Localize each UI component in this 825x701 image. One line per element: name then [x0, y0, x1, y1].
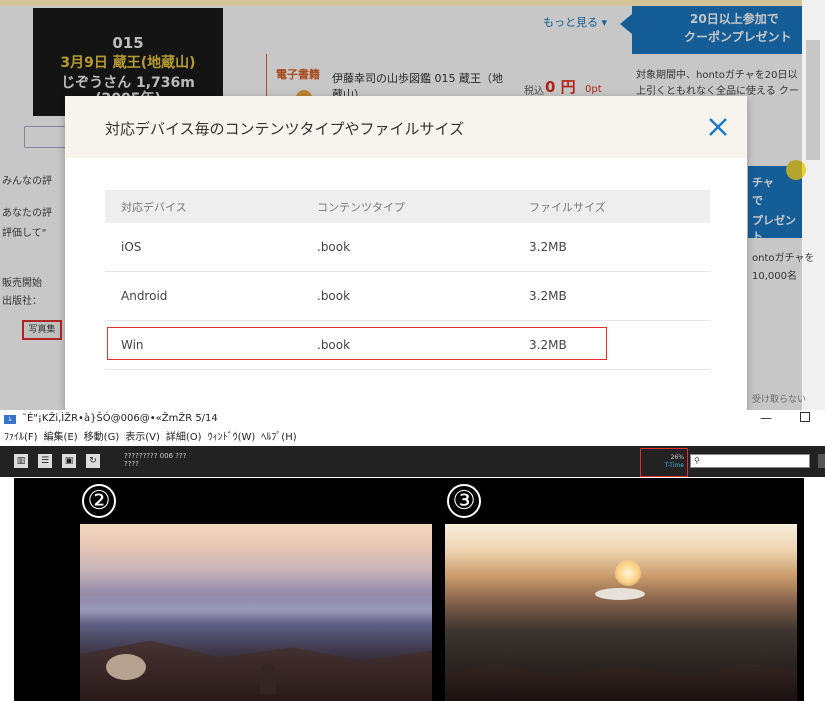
search-input[interactable]: [705, 455, 809, 467]
win-row-highlight: [107, 327, 607, 360]
menu-view[interactable]: 表示(V): [125, 430, 160, 446]
title-bar: ﾑ ˜É"¡KŽi,ÌŽR•à}ŠÓ@006@•«ŽmŽR 5/14 —: [0, 410, 825, 430]
lake: [595, 588, 645, 600]
device-cell: iOS: [121, 240, 142, 254]
sunrise-photo-right: [445, 524, 797, 701]
menu-details[interactable]: 詳細(O): [166, 430, 202, 446]
header-file-size: ファイルサイズ: [529, 200, 606, 214]
table-row: iOS .book 3.2MB: [105, 223, 710, 272]
menu-go[interactable]: 移動(G): [84, 430, 120, 446]
header-device: 対応デバイス: [121, 200, 187, 214]
header-content-type: コンテンツタイプ: [317, 200, 405, 214]
menu-edit[interactable]: 編集(E): [44, 430, 78, 446]
library-icon[interactable]: ▥: [14, 454, 28, 468]
type-cell: .book: [317, 289, 351, 303]
crowd-silhouette: [445, 663, 797, 701]
viewer-toolbar: ▥ ☰ ▣ ↻ ????????? 006 ??? ???? 26% T-Tim…: [0, 446, 825, 477]
search-field[interactable]: ⚲: [690, 454, 810, 468]
device-info-modal: 対応デバイス毎のコンテンツタイプやファイルサイズ 対応デバイス コンテンツタイプ…: [65, 96, 747, 410]
minimize-button[interactable]: —: [760, 411, 772, 425]
hiker-silhouette: [260, 664, 276, 694]
device-cell: Android: [121, 289, 168, 303]
close-icon[interactable]: [705, 114, 731, 140]
window-title: ˜É"¡KŽi,ÌŽR•à}ŠÓ@006@•«ŽmŽR 5/14: [22, 413, 218, 424]
cloud-sea: [80, 594, 432, 624]
toolbar-edge: [818, 454, 825, 468]
sun: [615, 560, 641, 586]
modal-title: 対応デバイス毎のコンテンツタイプやファイルサイズ: [105, 120, 465, 138]
page-number-right: ③: [447, 484, 481, 518]
modal-header: 対応デバイス毎のコンテンツタイプやファイルサイズ: [65, 96, 747, 158]
zoom-mode: T-Time: [664, 462, 684, 469]
book-info: ????????? 006 ??? ????: [124, 452, 186, 468]
sunrise-photo-left: [80, 524, 432, 701]
type-cell: .book: [317, 240, 351, 254]
menu-window[interactable]: ｳｨﾝﾄﾞｳ(W): [208, 430, 256, 446]
maximize-button[interactable]: [800, 412, 810, 422]
page-number-left: ②: [82, 484, 116, 518]
zoom-indicator[interactable]: 26% T-Time: [640, 448, 688, 477]
search-icon: ⚲: [694, 456, 700, 465]
menu-file[interactable]: ﾌｧｲﾙ(F): [4, 430, 38, 446]
app-icon: ﾑ: [4, 415, 16, 424]
table-header: 対応デバイス コンテンツタイプ ファイルサイズ: [105, 190, 710, 223]
book-info-line-1: ????????? 006 ???: [124, 452, 187, 460]
menu-help[interactable]: ﾍﾙﾌﾟ(H): [261, 430, 296, 446]
zoom-percent: 26%: [670, 454, 684, 461]
list-icon[interactable]: ☰: [38, 454, 52, 468]
table-row: Android .book 3.2MB: [105, 272, 710, 321]
size-cell: 3.2MB: [529, 240, 567, 254]
book-info-line-2: ????: [124, 460, 139, 468]
size-cell: 3.2MB: [529, 289, 567, 303]
view-right-margin: [804, 478, 825, 701]
fullscreen-icon[interactable]: ▣: [62, 454, 76, 468]
hiker-hat: [106, 654, 146, 680]
page-scroll-thumb[interactable]: [806, 40, 820, 160]
menu-bar: ﾌｧｲﾙ(F) 編集(E) 移動(G) 表示(V) 詳細(O) ｳｨﾝﾄﾞｳ(W…: [0, 430, 825, 446]
refresh-icon[interactable]: ↻: [86, 454, 100, 468]
view-left-margin: [0, 478, 14, 701]
